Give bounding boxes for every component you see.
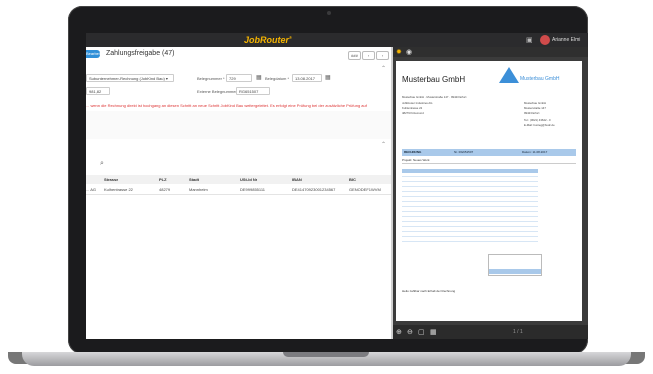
invoice-project: Projekt: Neues Werk xyxy=(402,158,576,164)
invoice-line xyxy=(402,231,538,232)
table-cell: DE41470923001234567 xyxy=(292,187,336,192)
table-cell: DE999855111 xyxy=(240,187,265,192)
screen: JobRouter® ▣ Arianne Elmi Bearbeiten Zah… xyxy=(86,33,588,339)
invoice-table-header xyxy=(402,169,538,173)
invoice-line xyxy=(402,186,538,187)
invoice-line xyxy=(402,206,538,207)
header-cell[interactable]: Strasse xyxy=(104,175,118,184)
table-row[interactable]: ... AG Kulhentrasse 22 48279 Mannheim DE… xyxy=(86,185,391,195)
table-cell: Mannheim xyxy=(189,187,208,192)
invoice-totals xyxy=(488,254,542,276)
brand-logo-icon xyxy=(499,67,519,83)
type-select[interactable]: Subunternehmer-Rechnung (JobKind Bau) ▾ xyxy=(86,74,174,82)
invoice-page: Musterbau GmbH Musterbau GmbH Musterbau … xyxy=(396,61,582,321)
recipient-line: Kuhlentrasse 22 xyxy=(402,106,423,110)
partner-section: ⌃ ⌕ Strasse PLZ Stadt USt-Id Nr IBAN BIC… xyxy=(86,139,391,339)
document-viewer: ✹ ◉ Musterbau GmbH Musterbau GmbH Muster… xyxy=(393,47,588,339)
band-label: RECHNUNG xyxy=(404,150,422,154)
zoom-in-icon[interactable]: ⊕ xyxy=(396,328,402,336)
table-cell: Kulhentrasse 22 xyxy=(104,187,133,192)
company-line: Musterbau GmbH xyxy=(524,101,547,105)
belegnummer-field[interactable]: 729 xyxy=(226,74,252,82)
company-line: 99423 Erfurt xyxy=(524,111,540,115)
laptop-notch xyxy=(283,352,369,357)
table-cell: GENODEF1WVM xyxy=(349,187,381,192)
top-bar: JobRouter® ▣ Arianne Elmi xyxy=(86,33,588,47)
avatar[interactable] xyxy=(540,35,550,45)
table-cell: ... AG xyxy=(86,187,97,192)
invoice-line xyxy=(402,211,538,212)
user-name[interactable]: Arianne Elmi xyxy=(552,37,580,43)
page-title: Zahlungsfreigabe (47) xyxy=(106,50,175,57)
left-panel: Bearbeiten Zahlungsfreigabe (47) ### ‹ ›… xyxy=(86,47,391,339)
company-line: Musterstraße 147 xyxy=(524,106,546,110)
step-tab[interactable]: Bearbeiten xyxy=(86,50,105,58)
invoice-line xyxy=(402,241,538,242)
header-cell[interactable]: PLZ xyxy=(159,175,167,184)
invoice-line xyxy=(402,221,538,222)
header-cell[interactable]: Stadt xyxy=(189,175,199,184)
sender-line: Musterbau GmbH · Musterstraße 147 · 9942… xyxy=(402,95,467,99)
header-cell[interactable]: USt-Id Nr xyxy=(240,175,257,184)
band-number: Nr. RG651507 xyxy=(454,150,474,154)
belegdatum-label: Belegdatum * xyxy=(265,76,290,81)
notification-icon[interactable]: ▣ xyxy=(526,36,533,44)
invoice-line xyxy=(402,216,538,217)
belegdatum-field[interactable]: 13.08.2017 xyxy=(292,74,322,82)
invoice-line xyxy=(402,196,538,197)
invoice-line xyxy=(402,236,538,237)
invoice-line xyxy=(402,176,538,177)
contact-line: Tel.: (0621) 43642 - 0 xyxy=(524,118,551,122)
settings-icon[interactable]: ✹ xyxy=(396,48,402,56)
collapse-icon[interactable]: ⌃ xyxy=(381,65,386,72)
camera-dot xyxy=(327,11,331,15)
page-indicator: 1 / 1 xyxy=(513,329,523,335)
brand-name: Musterbau GmbH xyxy=(520,76,560,82)
warning-text: ... wenn die Rechnung direkt ist hochgan… xyxy=(86,103,367,108)
header-cell[interactable]: IBAN xyxy=(292,175,302,184)
recipient-line: 48279 Kitzemond xyxy=(402,111,424,115)
extern-field[interactable]: RG651507 xyxy=(236,87,270,95)
collapse-icon[interactable]: ⌃ xyxy=(381,141,386,148)
jobrouter-logo: JobRouter® xyxy=(244,35,292,45)
eye-icon[interactable]: ◉ xyxy=(406,48,412,56)
table-header: Strasse PLZ Stadt USt-Id Nr IBAN BIC xyxy=(86,175,391,184)
belegnummer-label: Belegnummer * xyxy=(197,76,225,81)
invoice-line xyxy=(402,226,538,227)
invoice-band: RECHNUNG Nr. RG651507 Datum: 11.08.2017 xyxy=(402,149,576,156)
band-date: Datum: 11.08.2017 xyxy=(522,150,548,154)
invoice-title: Musterbau GmbH xyxy=(402,75,466,84)
amount-field[interactable]: 981,82 xyxy=(86,87,110,95)
search-icon[interactable]: ⌕ xyxy=(100,160,104,168)
header-cell[interactable]: BIC xyxy=(349,175,356,184)
left-panel-header: Bearbeiten Zahlungsfreigabe (47) ### ‹ › xyxy=(86,47,391,62)
invoice-greeting: Heilo zahlbar nach Erhalt der Rechnung xyxy=(402,289,456,293)
invoice-sum-bar xyxy=(489,269,541,274)
invoice-line xyxy=(402,181,538,182)
recipient-line: JobRouter Industries AG xyxy=(402,101,433,105)
table-cell: 48279 xyxy=(159,187,171,192)
next-button[interactable]: › xyxy=(376,51,389,60)
viewer-footer: ⊕ ⊖ ▢ ▦ 1 / 1 xyxy=(393,325,588,339)
zoom-out-icon[interactable]: ⊖ xyxy=(407,328,413,336)
calendar-icon[interactable]: ▦ xyxy=(256,74,262,81)
previous-button[interactable]: ‹ xyxy=(362,51,375,60)
calendar-icon[interactable]: ▦ xyxy=(325,74,331,81)
action-button[interactable]: ### xyxy=(348,51,361,60)
invoice-line xyxy=(402,201,538,202)
fit-page-icon[interactable]: ▢ xyxy=(418,328,425,336)
grid-icon[interactable]: ▦ xyxy=(430,328,437,336)
contact-line: E-Mail: bunteg@bsdc.de xyxy=(524,123,555,127)
extern-label: Externe Belegnummer xyxy=(197,89,237,94)
invoice-line xyxy=(402,191,538,192)
viewer-toolbar: ✹ ◉ xyxy=(393,47,588,57)
